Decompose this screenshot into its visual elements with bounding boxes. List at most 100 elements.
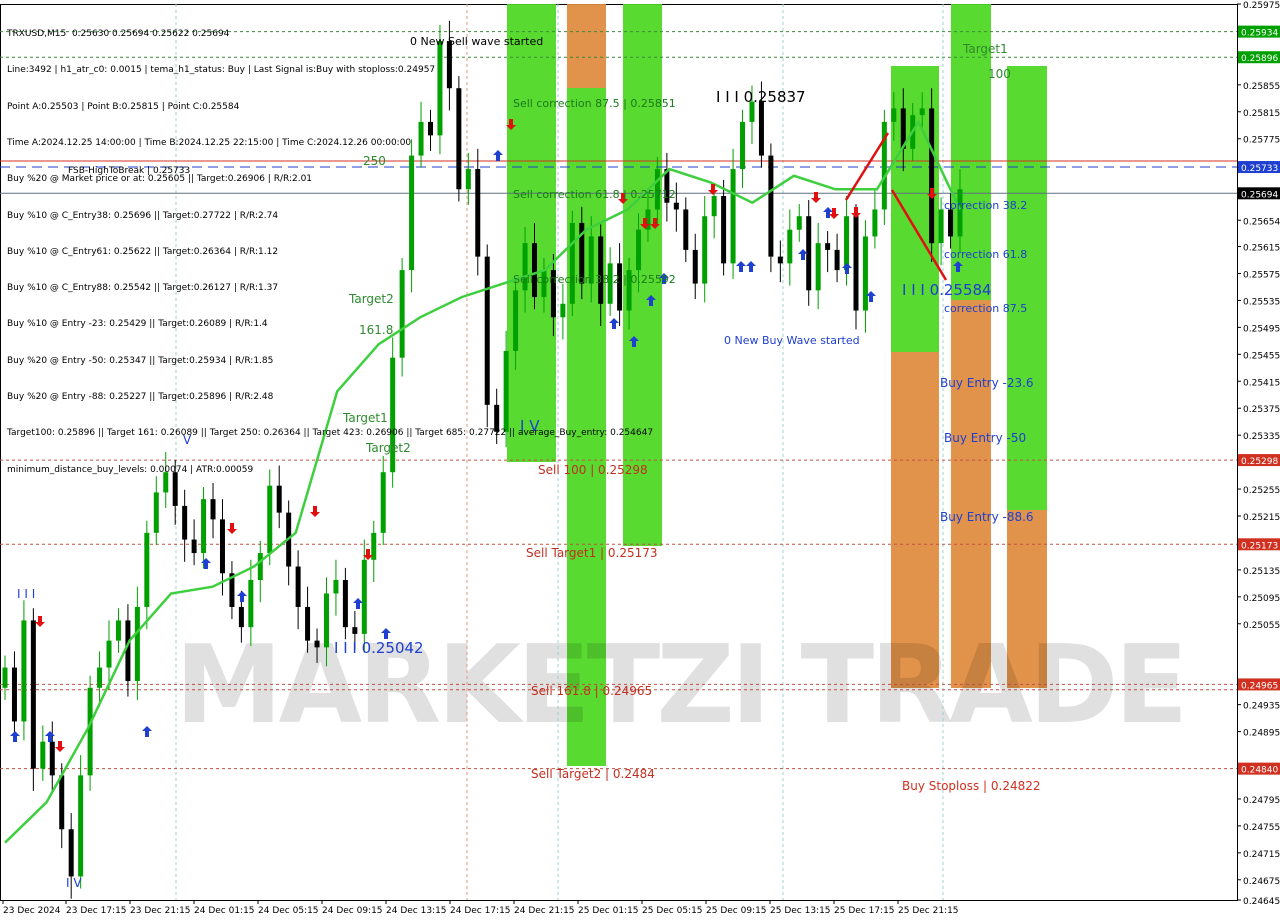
candle-body — [815, 243, 821, 291]
info-line: Buy %10 @ C_Entry38: 0.25696 || Target:0… — [7, 210, 279, 221]
info-line: TRXUSD,M15 0.25630 0.25694 0.25622 0.256… — [7, 29, 230, 40]
chart-annotation: Buy Entry -23.6 — [940, 376, 1034, 390]
info-line: Line:3492 | h1_atr_c0: 0.0015 | tema_h1_… — [7, 65, 436, 76]
candle-body — [957, 189, 963, 237]
chart-annotation: Target1 — [962, 42, 1008, 56]
candle-body — [125, 620, 131, 682]
price-label: 0.24840 — [1241, 766, 1278, 776]
candle-body — [948, 209, 954, 237]
chart-annotation: correction 61.8 — [944, 248, 1027, 261]
candle-body — [853, 216, 859, 311]
chart-annotation: I I I — [17, 587, 35, 601]
candle-body — [210, 499, 216, 520]
candle-body — [78, 775, 84, 877]
candle-body — [352, 627, 358, 634]
candle-body — [115, 620, 121, 641]
candle-body — [314, 640, 320, 648]
chart-annotation: Sell Target2 | 0.2484 — [531, 767, 655, 781]
x-tick-label: 24 Dec 13:15 — [386, 906, 447, 916]
y-tick-label: 0.25135 — [1243, 567, 1280, 577]
candle-body — [730, 169, 736, 264]
price-label: 0.25934 — [1241, 29, 1278, 39]
y-tick-label: 0.25415 — [1243, 378, 1280, 388]
x-tick-label: 24 Dec 09:15 — [322, 906, 383, 916]
x-tick-label: 25 Dec 09:15 — [706, 906, 767, 916]
candle-body — [305, 606, 311, 641]
candle-body — [777, 256, 783, 264]
candle-body — [702, 216, 708, 284]
y-tick-label: 0.25654 — [1243, 217, 1280, 227]
x-tick-label: 24 Dec 01:15 — [194, 906, 255, 916]
x-tick-label: 24 Dec 17:15 — [450, 906, 511, 916]
y-tick-label: 0.25215 — [1243, 513, 1280, 523]
candle-body — [938, 209, 944, 244]
price-label: 0.24965 — [1241, 681, 1278, 691]
candle-body — [333, 580, 339, 594]
candle-body — [49, 741, 55, 776]
info-line: Point A:0.25503 | Point B:0.25815 | Poin… — [7, 101, 240, 112]
candle-body — [144, 532, 150, 607]
candle-body — [40, 741, 46, 769]
candle-body — [248, 580, 254, 628]
candle-body — [68, 829, 74, 877]
candle-body — [919, 108, 925, 116]
y-tick-label: 0.25255 — [1243, 486, 1280, 496]
info-line: Buy %20 @ Entry -88: 0.25227 || Target:0… — [7, 392, 274, 402]
chart-annotation: 100 — [988, 67, 1011, 81]
x-tick-label: 23 Dec 21:15 — [130, 906, 191, 916]
y-tick-label: 0.25335 — [1243, 432, 1280, 442]
candle-body — [219, 519, 225, 574]
candle-body — [834, 249, 840, 271]
candle-body — [97, 667, 103, 688]
chart-annotation: I I I 0.25584 — [902, 281, 992, 299]
candle-body — [844, 216, 850, 271]
candle-body — [929, 108, 935, 244]
info-line: minimum_distance_buy_levels: 0.00074 | A… — [7, 464, 254, 475]
candle-body — [59, 775, 65, 830]
y-tick-label: 0.24755 — [1243, 823, 1280, 833]
x-tick-label: 25 Dec 01:15 — [578, 906, 639, 916]
candle-body — [134, 606, 140, 682]
candle-body — [257, 553, 263, 580]
candle-body — [323, 593, 329, 648]
chart-annotation: Buy Entry -88.6 — [940, 510, 1034, 524]
info-line: Target100: 0.25896 || Target 161: 0.2608… — [7, 428, 654, 439]
candle-body — [267, 485, 273, 554]
candle-body — [711, 196, 717, 217]
chart-annotation: correction 87.5 — [944, 302, 1027, 315]
chart-annotation: I V — [66, 876, 82, 890]
y-tick-label: 0.24715 — [1243, 850, 1280, 860]
info-line: Buy %10 @ C_Entry88: 0.25542 || Target:0… — [7, 283, 279, 294]
chart-annotation: I I I 0.25042 — [334, 639, 424, 657]
x-tick-label: 24 Dec 05:15 — [258, 906, 319, 916]
candle-body — [758, 101, 764, 156]
candle-body — [21, 620, 27, 722]
chart-annotation: 0 New Buy Wave started — [724, 334, 860, 347]
candle-body — [2, 667, 8, 688]
y-tick-label: 0.24645 — [1243, 897, 1280, 907]
x-tick-label: 25 Dec 13:15 — [770, 906, 831, 916]
y-tick-label: 0.25095 — [1243, 594, 1280, 604]
chart-annotation: correction 38.2 — [944, 199, 1027, 212]
y-tick-label: 0.25615 — [1243, 244, 1280, 254]
x-tick-label: 24 Dec 21:15 — [514, 906, 575, 916]
candle-body — [238, 606, 244, 628]
candle-body — [87, 687, 93, 776]
y-tick-label: 0.25775 — [1243, 136, 1280, 146]
y-tick-label: 0.25055 — [1243, 621, 1280, 631]
price-label: 0.25298 — [1241, 457, 1278, 467]
x-tick-label: 25 Dec 17:15 — [834, 906, 895, 916]
info-line: Buy %10 @ C_Entry61: 0.25622 || Target:0… — [7, 246, 279, 257]
candle-body — [153, 492, 159, 533]
info-line: Buy %20 @ Entry -50: 0.25347 || Target:0… — [7, 355, 274, 366]
candle-body — [787, 229, 793, 264]
info-panel: TRXUSD,M15 0.25630 0.25694 0.25622 0.256… — [7, 4, 653, 488]
y-tick-label: 0.25575 — [1243, 270, 1280, 280]
chart-annotation: I I I 0.25837 — [716, 88, 806, 106]
candle-body — [683, 209, 689, 250]
price-label: 0.25694 — [1241, 190, 1278, 200]
info-line: Time A:2024.12.25 14:00:00 | Time B:2024… — [7, 138, 412, 149]
candle-body — [891, 108, 897, 122]
candle-body — [692, 249, 698, 284]
candle-body — [276, 485, 282, 513]
